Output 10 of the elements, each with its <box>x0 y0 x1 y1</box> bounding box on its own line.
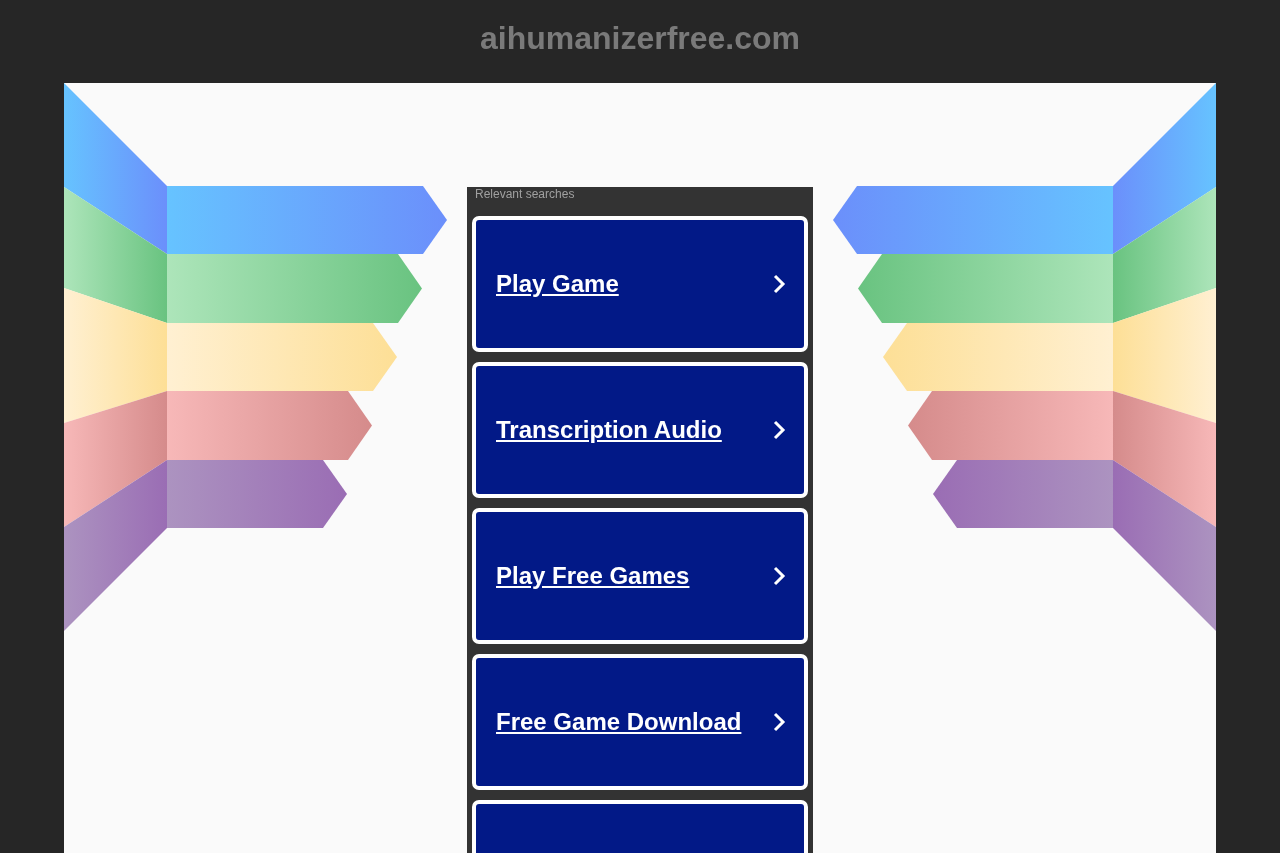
domain-title: aihumanizerfree.com <box>479 20 801 57</box>
chevron-right-icon <box>772 273 786 295</box>
search-link[interactable]: Free Game Download <box>472 654 808 790</box>
section-heading: Relevant searches <box>474 187 576 203</box>
chevron-right-icon <box>772 565 786 587</box>
chevron-right-icon <box>772 711 786 733</box>
search-link[interactable]: Play Game <box>472 216 808 352</box>
search-link[interactable]: Play Free Games <box>472 508 808 644</box>
search-link[interactable]: Transcription Audio <box>472 362 808 498</box>
chevron-right-icon <box>772 419 786 441</box>
